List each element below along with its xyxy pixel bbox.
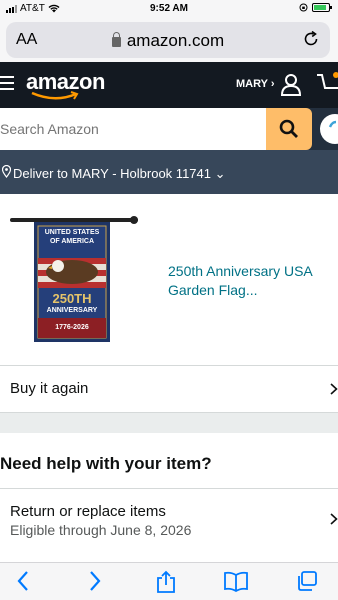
bookmarks-icon[interactable]: [223, 570, 249, 592]
url-display[interactable]: amazon.com: [6, 31, 330, 51]
cart-icon[interactable]: [316, 72, 338, 96]
section-separator: [0, 413, 338, 433]
orientation-lock-icon: [299, 3, 308, 12]
clock: 9:52 AM: [150, 3, 188, 14]
battery-icon: [312, 3, 332, 12]
divider: [0, 365, 338, 366]
url-text: amazon.com: [126, 31, 225, 50]
help-heading: Need help with your item?: [0, 454, 212, 473]
back-icon[interactable]: [16, 570, 30, 592]
divider: [0, 488, 338, 489]
search-icon: [279, 119, 298, 138]
browser-address-area: AA amazon.com: [0, 18, 338, 62]
amazon-smile-icon: [31, 91, 79, 100]
flag-text-years: 1776-2026: [55, 324, 89, 331]
browser-toolbar: [0, 562, 338, 600]
search-button[interactable]: [266, 108, 312, 150]
chevron-right-icon[interactable]: [330, 383, 338, 395]
search-input[interactable]: [0, 108, 266, 150]
account-link[interactable]: MARY ›: [236, 78, 275, 90]
forward-icon[interactable]: [88, 570, 102, 592]
amazon-header: amazon MARY ›: [0, 62, 338, 108]
return-replace-link[interactable]: Return or replace items: [10, 503, 166, 520]
menu-icon[interactable]: [0, 76, 14, 94]
chevron-right-icon[interactable]: [330, 513, 338, 525]
product-title-link[interactable]: 250th Anniversary USA Garden Flag...: [168, 262, 333, 300]
tabs-icon[interactable]: [295, 570, 319, 592]
share-icon[interactable]: [155, 570, 177, 594]
return-eligibility-text: Eligible through June 8, 2026: [10, 522, 192, 538]
flag-text-number: 250TH: [52, 291, 92, 306]
reload-icon[interactable]: [302, 30, 320, 48]
flag-text-anniversary: ANNIVERSARY: [46, 307, 98, 314]
camera-search-button[interactable]: [320, 114, 338, 144]
lock-icon: [111, 32, 121, 47]
address-bar[interactable]: AA amazon.com: [6, 22, 330, 58]
delivery-address-text: Deliver to MARY - Holbrook 11741 ⌄: [13, 166, 226, 181]
account-icon[interactable]: [279, 72, 303, 96]
product-image[interactable]: UNITED STATES OF AMERICA 250TH ANNIVERSA…: [10, 214, 138, 344]
buy-again-link[interactable]: Buy it again: [10, 380, 88, 397]
search-bar: [0, 108, 338, 150]
flag-text-top: UNITED STATES OF AMERICA: [44, 229, 100, 245]
status-bar: AT&T 9:52 AM: [0, 0, 338, 18]
location-pin-icon: [2, 165, 11, 178]
delivery-location-bar[interactable]: Deliver to MARY - Holbrook 11741 ⌄: [0, 150, 338, 194]
lens-icon: [328, 120, 337, 128]
